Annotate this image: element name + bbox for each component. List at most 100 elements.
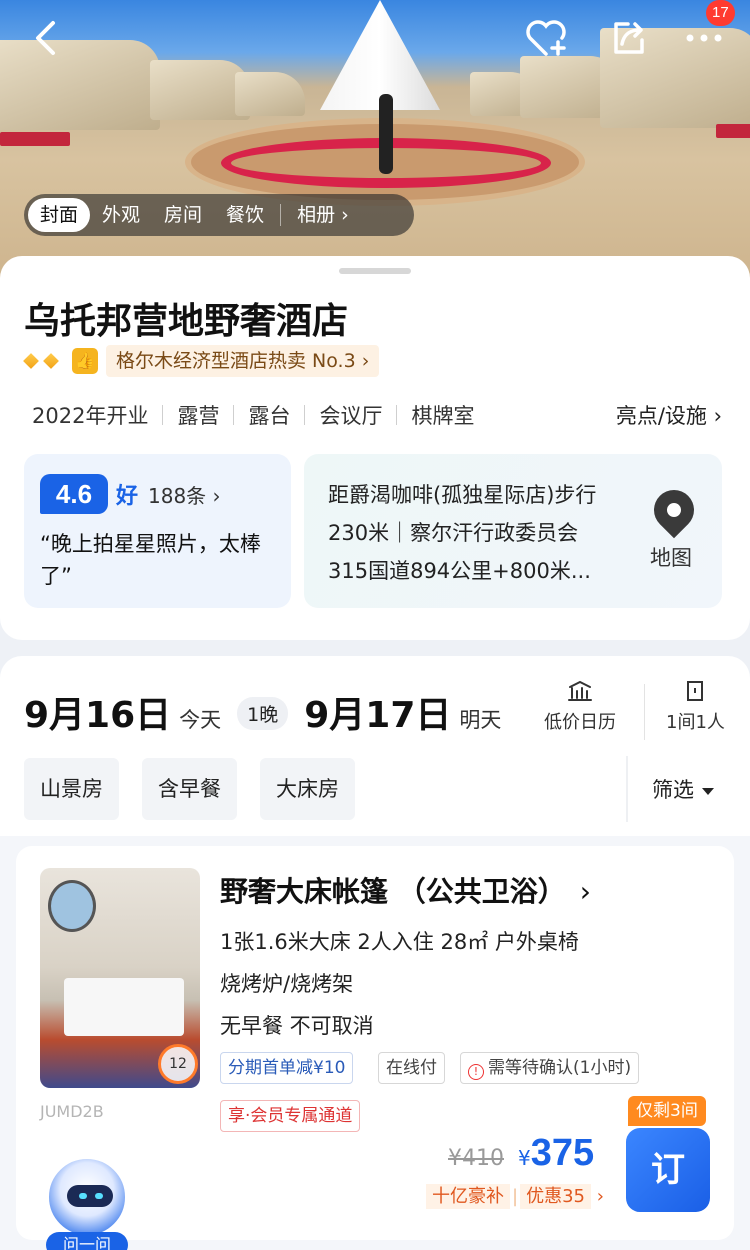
price-calendar-label: 低价日历 bbox=[544, 712, 616, 733]
date-range[interactable]: 9月16日 今天 1晚 9月17日 明天 bbox=[24, 686, 501, 738]
firepit-image bbox=[185, 94, 585, 206]
review-card[interactable]: 4.6 好 188条 › “晚上拍星星照片，太棒了” bbox=[24, 454, 291, 608]
price-value: 375 bbox=[530, 1132, 595, 1174]
tag-terrace: 露台 bbox=[248, 404, 291, 428]
location-line: 315国道894公里+800米... bbox=[328, 559, 591, 583]
review-quote: “晚上拍星星照片，太棒了” bbox=[40, 532, 261, 588]
location-line: 230米｜察尔汗行政委员会 bbox=[328, 521, 579, 545]
bed-image bbox=[64, 978, 184, 1036]
robot-eye bbox=[95, 1193, 103, 1199]
photo-tab-album[interactable]: 相册 › bbox=[285, 198, 361, 232]
room-title[interactable]: 野奢大床帐篷 （公共卫浴） › bbox=[220, 870, 591, 910]
photo-tab-dining[interactable]: 餐饮 bbox=[214, 198, 276, 232]
tag-divider bbox=[396, 405, 398, 425]
room-policy: 无早餐 不可取消 bbox=[220, 1014, 374, 1038]
room-extra: 烧烤炉/烧烤架 bbox=[220, 972, 354, 996]
facilities-label: 亮点/设施 bbox=[615, 404, 707, 428]
checkout-label: 明天 bbox=[459, 708, 502, 732]
checkin-label: 今天 bbox=[179, 708, 222, 732]
checkout-date[interactable]: 9月17日 bbox=[304, 686, 451, 738]
rating-word: 好 bbox=[116, 484, 139, 509]
filter-label: 筛选 bbox=[652, 778, 694, 802]
tab-divider bbox=[280, 204, 282, 226]
location-card[interactable]: 距爵渴咖啡(孤独星际店)步行 230米｜察尔汗行政委员会 315国道894公里+… bbox=[304, 454, 722, 608]
date-selector: 9月16日 今天 1晚 9月17日 明天 低价日历 1间1人 山景房 含早餐 大… bbox=[0, 656, 750, 836]
warning-icon: ! bbox=[468, 1064, 484, 1080]
price-calendar-button[interactable]: 低价日历 bbox=[544, 680, 616, 734]
filter-chip-king-bed[interactable]: 大床房 bbox=[260, 758, 355, 820]
bench-image bbox=[0, 132, 70, 146]
map-pin-icon[interactable] bbox=[645, 481, 703, 539]
rank-row[interactable]: 👍 格尔木经济型酒店热卖 No.3 › bbox=[23, 344, 380, 378]
robot-visor bbox=[67, 1185, 113, 1207]
notification-badge: 17 bbox=[706, 0, 735, 26]
ranking-badge[interactable]: 格尔木经济型酒店热卖 No.3 › bbox=[106, 345, 380, 377]
top-bar: 17 bbox=[0, 0, 750, 80]
diamond-icon bbox=[23, 353, 39, 369]
bench-image bbox=[716, 124, 750, 138]
promo-divider: | bbox=[512, 1186, 519, 1207]
confirm-tag-text: 需等待确认(1小时) bbox=[488, 1058, 632, 1078]
room-code: JUMD2B bbox=[40, 1102, 104, 1121]
tag-divider bbox=[233, 405, 235, 425]
room-photo[interactable]: 12 bbox=[40, 868, 200, 1088]
sheet-grabber[interactable] bbox=[339, 268, 411, 274]
pay-online-tag: 在线付 bbox=[378, 1052, 445, 1084]
rating-score: 4.6 bbox=[40, 474, 108, 514]
guests-button[interactable]: 1间1人 bbox=[666, 680, 725, 734]
door-icon bbox=[687, 681, 704, 701]
tool-divider bbox=[644, 684, 645, 740]
confirm-tag: ! 需等待确认(1小时) bbox=[460, 1052, 640, 1084]
photo-count: 12 bbox=[158, 1044, 198, 1084]
photo-tab-exterior[interactable]: 外观 bbox=[90, 198, 152, 232]
currency-symbol: ¥ bbox=[518, 1146, 531, 1170]
back-chevron-icon[interactable] bbox=[24, 16, 68, 60]
heart-plus-icon[interactable] bbox=[522, 14, 570, 62]
round-window bbox=[48, 880, 96, 932]
robot-eye bbox=[79, 1193, 87, 1199]
map-label[interactable]: 地图 bbox=[650, 542, 692, 572]
fire-pole bbox=[379, 94, 393, 174]
tag-divider bbox=[162, 405, 164, 425]
tag-meeting-hall: 会议厅 bbox=[319, 404, 383, 428]
current-price: ¥375 bbox=[518, 1132, 594, 1175]
facilities-link[interactable]: 亮点/设施 › bbox=[616, 400, 722, 430]
promo-subsidy: 十亿豪补 bbox=[426, 1184, 510, 1209]
room-title-text: 野奢大床帐篷 （公共卫浴） bbox=[220, 875, 566, 908]
filter-chip-mountain-view[interactable]: 山景房 bbox=[24, 758, 119, 820]
filter-divider bbox=[626, 756, 628, 822]
checkin-date[interactable]: 9月16日 bbox=[24, 686, 171, 738]
photo-tab-cover[interactable]: 封面 bbox=[28, 198, 91, 232]
album-label: 相册 bbox=[297, 204, 336, 226]
review-count: 188条 › bbox=[148, 484, 221, 508]
photo-tab-room[interactable]: 房间 bbox=[152, 198, 214, 232]
guests-label: 1间1人 bbox=[666, 712, 725, 733]
calendar-chart-icon bbox=[568, 680, 592, 701]
hero-photo[interactable]: 17 封面 外观 房间 餐饮 相册 › bbox=[0, 0, 750, 290]
photo-category-tabs: 封面 外观 房间 餐饮 相册 › bbox=[24, 194, 414, 236]
share-icon[interactable] bbox=[604, 14, 652, 62]
ask-assistant-button[interactable]: 问一问 bbox=[46, 1232, 128, 1250]
location-text: 距爵渴咖啡(孤独星际店)步行 230米｜察尔汗行政委员会 315国道894公里+… bbox=[328, 476, 640, 590]
vip-tag: 享·会员专属通道 bbox=[220, 1100, 361, 1132]
tag-camping: 露营 bbox=[177, 404, 220, 428]
location-line: 距爵渴咖啡(孤独星际店)步行 bbox=[328, 483, 597, 507]
filter-button[interactable]: 筛选 bbox=[652, 774, 714, 804]
thumbs-up-icon: 👍 bbox=[72, 348, 98, 374]
original-price: ¥410 bbox=[448, 1146, 504, 1171]
filter-chip-breakfast[interactable]: 含早餐 bbox=[142, 758, 237, 820]
room-spec: 1张1.6米大床 2人入住 28㎡ 户外桌椅 bbox=[220, 930, 579, 954]
hotel-info-card: 乌托邦营地野奢酒店 👍 格尔木经济型酒店热卖 No.3 › 2022年开业 露营… bbox=[0, 256, 750, 640]
review-count-text: 188条 bbox=[148, 484, 207, 508]
diamond-icon bbox=[43, 353, 59, 369]
chevron-right-icon: › bbox=[579, 875, 591, 908]
promo-tag[interactable]: 十亿豪补 | 优惠35 › bbox=[426, 1182, 604, 1212]
rooms-left-badge: 仅剩3间 bbox=[628, 1096, 706, 1126]
promo-discount: 优惠35 bbox=[520, 1184, 591, 1209]
nights-count: 1晚 bbox=[237, 697, 289, 730]
tag-divider bbox=[304, 405, 306, 425]
hotel-name: 乌托邦营地野奢酒店 bbox=[24, 301, 349, 342]
book-button[interactable]: 订 bbox=[626, 1128, 710, 1212]
caret-down-icon bbox=[702, 787, 714, 795]
assistant-robot-icon[interactable] bbox=[46, 1156, 128, 1238]
